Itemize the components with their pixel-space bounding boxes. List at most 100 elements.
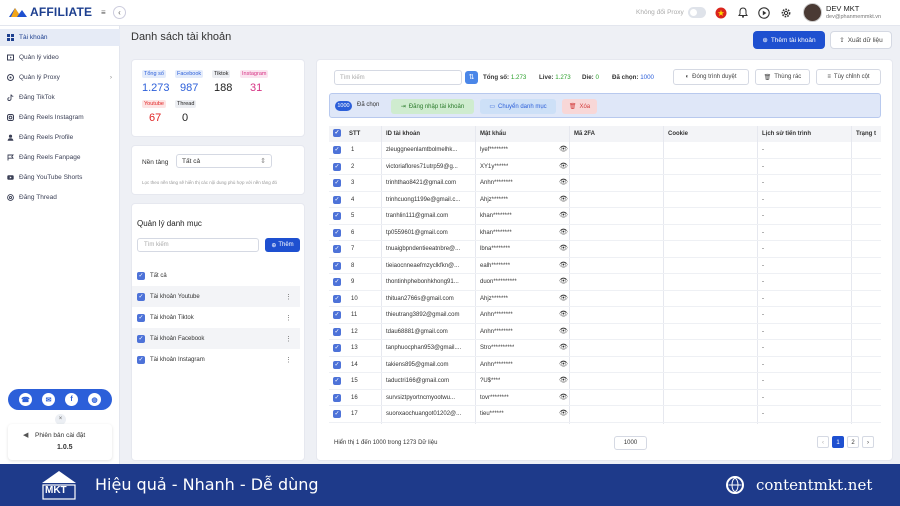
checkbox-checked-icon[interactable]: ✓ [333, 162, 341, 171]
play-icon[interactable] [757, 6, 770, 19]
checkbox-checked-icon[interactable]: ✓ [333, 294, 341, 303]
sidebar-item-accounts[interactable]: Tài khoản [0, 29, 120, 46]
sidebar-item-instagram-reels[interactable]: Đăng Reels Instagram [0, 109, 120, 126]
row-checkbox[interactable]: ✓ [333, 393, 341, 402]
checkbox-checked-icon[interactable]: ✓ [333, 360, 341, 369]
more-vertical-icon[interactable]: ⋮ [285, 335, 292, 343]
support-icon[interactable]: ☎ [19, 393, 32, 406]
customize-columns-button[interactable]: ≡ Tùy chỉnh cột [816, 69, 881, 85]
checkbox-checked-icon[interactable]: ✓ [137, 271, 145, 280]
page-2-button[interactable]: 2 [847, 436, 859, 448]
more-vertical-icon[interactable]: ⋮ [285, 356, 292, 364]
category-item[interactable]: ✓ Tài khoản Facebook ⋮ [132, 328, 300, 349]
close-browser-button[interactable]: ◐ Đóng trình duyệt [673, 69, 749, 85]
category-item[interactable]: ✓ Tất cả [132, 265, 300, 286]
checkbox-checked-icon[interactable]: ✓ [333, 344, 341, 352]
delete-button[interactable]: 🗑 Xóa [562, 99, 597, 114]
messenger-icon[interactable]: ✉ [42, 393, 55, 406]
cell-account-id[interactable]: thituan2766s@gmail.com [386, 291, 474, 307]
cell-account-id[interactable]: tieiaocnneaefmzyclkfkn@... [386, 258, 474, 274]
header-status[interactable]: Trạng t [856, 126, 876, 142]
website-globe-icon[interactable]: ◍ [88, 393, 101, 406]
cell-account-id[interactable]: tdau68881@gmail.com [386, 324, 474, 340]
cell-account-id[interactable]: survsiztpyortncmyootwu... [386, 390, 474, 406]
gear-icon[interactable] [779, 6, 792, 19]
row-checkbox[interactable]: ✓ [333, 212, 341, 220]
header-account-id[interactable]: ID tài khoản [386, 126, 420, 142]
row-checkbox[interactable]: ✓ [333, 294, 341, 303]
category-search-input[interactable]: Tìm kiếm [137, 238, 259, 252]
header-stt[interactable]: STT [349, 126, 360, 142]
eye-icon[interactable]: 👁 [559, 142, 568, 158]
sidebar-item-fanpage-reels[interactable]: Đăng Reels Fanpage [0, 149, 120, 166]
more-vertical-icon[interactable]: ⋮ [285, 314, 292, 322]
move-category-button[interactable]: ▭ Chuyển danh mục [480, 99, 556, 114]
menu-toggle-icon[interactable]: ≡ [101, 8, 106, 17]
row-checkbox[interactable]: ✓ [333, 261, 341, 270]
prev-page-button[interactable]: ‹ [817, 436, 829, 448]
cell-account-id[interactable]: thontinhphebonhkhong91... [386, 274, 474, 290]
checkbox-checked-icon[interactable]: ✓ [137, 313, 145, 322]
row-checkbox[interactable]: ✓ [333, 162, 341, 171]
row-checkbox[interactable]: ✓ [333, 245, 341, 253]
cell-account-id[interactable]: tnuaigbpndentieeatnbre@... [386, 241, 474, 257]
more-vertical-icon[interactable]: ⋮ [285, 293, 292, 301]
checkbox-checked-icon[interactable]: ✓ [137, 334, 145, 343]
checkbox-checked-icon[interactable]: ✓ [333, 410, 341, 418]
table-row[interactable]: ✓ 8 tieiaocnneaefmzyclkfkn@... ealh********… [329, 258, 881, 274]
checkbox-checked-icon[interactable]: ✓ [333, 228, 341, 237]
sidebar-item-youtube-shorts[interactable]: Đăng YouTube Shorts [0, 169, 120, 186]
table-row[interactable]: ✓ 14 takiens895@gmail.com Anhn******** 👁 - [329, 357, 881, 373]
checkbox-checked-icon[interactable]: ✓ [333, 278, 341, 286]
facebook-icon[interactable]: f [65, 393, 78, 406]
next-page-button[interactable]: › [862, 436, 874, 448]
header-history[interactable]: Lịch sử tiến trình [762, 126, 811, 142]
checkbox-checked-icon[interactable]: ✓ [333, 212, 341, 220]
row-checkbox[interactable]: ✓ [333, 344, 341, 352]
table-row[interactable]: ✓ 6 tp0559601@gmail.com khan******** 👁 - [329, 225, 881, 241]
filter-icon[interactable]: ⇅ [465, 71, 478, 84]
trash-button[interactable]: 🗑 Thùng rác [755, 69, 810, 85]
row-checkbox[interactable]: ✓ [333, 228, 341, 237]
checkbox-checked-icon[interactable]: ✓ [333, 311, 341, 319]
row-checkbox[interactable]: ✓ [333, 377, 341, 385]
checkbox-checked-icon[interactable]: ✓ [333, 245, 341, 253]
row-checkbox[interactable]: ✓ [333, 179, 341, 187]
cell-account-id[interactable]: victoriaflores71utrp59@g... [386, 159, 474, 175]
page-size-select[interactable]: 1000 [614, 436, 647, 450]
eye-icon[interactable]: 👁 [559, 241, 568, 257]
checkbox-checked-icon[interactable]: ✓ [137, 292, 145, 301]
table-row[interactable]: ✓ 9 thontinhphebonhkhong91... duon*********… [329, 274, 881, 291]
sidebar-item-proxy[interactable]: Quản lý Proxy › [0, 69, 120, 86]
eye-icon[interactable]: 👁 [559, 406, 568, 422]
export-data-button[interactable]: ⇪ Xuất dữ liệu [830, 31, 892, 49]
add-category-button[interactable]: ⊕ Thêm [265, 238, 300, 252]
eye-icon[interactable]: 👁 [559, 307, 568, 323]
sidebar-item-video[interactable]: Quản lý video [0, 49, 120, 66]
proxy-toggle[interactable] [688, 7, 706, 18]
eye-icon[interactable]: 👁 [559, 357, 568, 373]
table-row[interactable]: ✓ 16 survsiztpyortncmyootwu... tovr********… [329, 390, 881, 406]
cell-account-id[interactable]: tanphuocphan953@gmail.... [386, 340, 474, 356]
table-row[interactable]: ✓ 1 zleuggneenlamtbolmelhk... lyef******** 👁… [329, 142, 881, 159]
collapse-sidebar-button[interactable]: ‹ [113, 6, 126, 19]
eye-icon[interactable]: 👁 [559, 175, 568, 191]
eye-icon[interactable]: 👁 [559, 390, 568, 406]
footer-website[interactable]: contentmkt.net [756, 476, 872, 494]
table-row[interactable]: ✓ 2 victoriaflores71utrp59@g... XY1y****** 👁… [329, 159, 881, 175]
checkbox-checked-icon[interactable]: ✓ [333, 261, 341, 270]
table-row[interactable]: ✓ 17 suonxaochuangot01202@... tieu****** 👁 - [329, 406, 881, 423]
platform-select[interactable]: Tất cả ⇕ [176, 154, 272, 168]
row-checkbox[interactable]: ✓ [333, 311, 341, 319]
add-account-button[interactable]: ⊕ Thêm tài khoản [753, 31, 825, 49]
eye-icon[interactable]: 👁 [559, 373, 568, 389]
row-checkbox[interactable]: ✓ [333, 146, 341, 154]
row-checkbox[interactable]: ✓ [333, 360, 341, 369]
table-row[interactable]: ✓ 3 trinhthao8421@gmail.com Anhn******** 👁 - [329, 175, 881, 192]
accounts-search-input[interactable]: Tìm kiếm [334, 70, 462, 85]
cell-account-id[interactable]: trinhcuong1199e@gmail.c... [386, 192, 474, 208]
select-all-checkbox[interactable]: ✓ [333, 126, 341, 142]
table-row[interactable]: ✓ 7 tnuaigbpndentieeatnbre@... lbna********… [329, 241, 881, 258]
header-password[interactable]: Mật khẩu [480, 126, 506, 142]
table-row[interactable]: ✓ 11 thieutrang3892@gmail.com Anhn******** 👁… [329, 307, 881, 324]
